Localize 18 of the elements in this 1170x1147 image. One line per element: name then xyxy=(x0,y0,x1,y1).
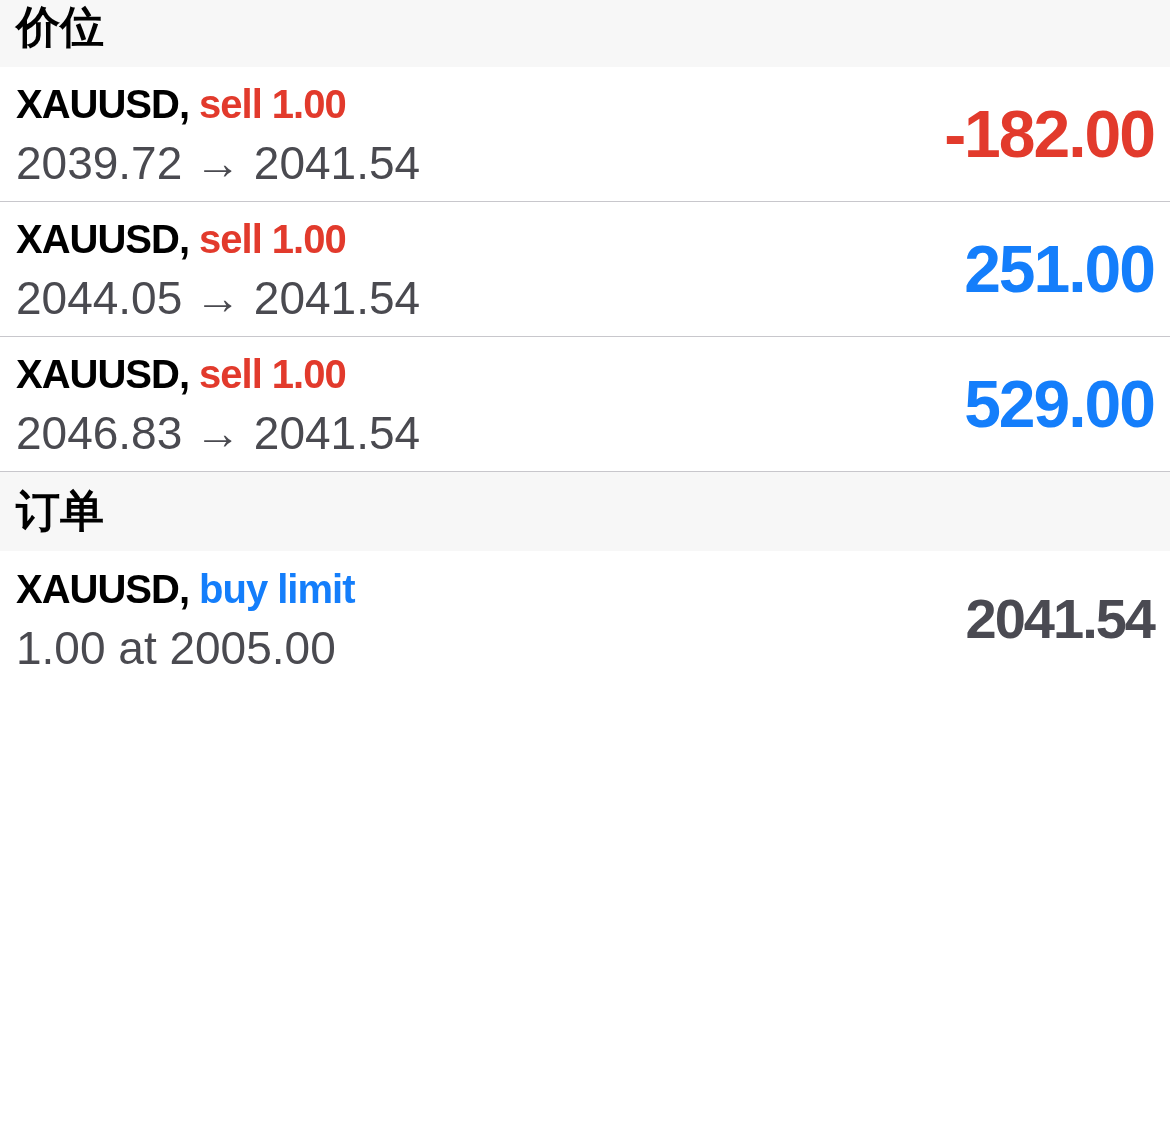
order-type-label: sell 1.00 xyxy=(199,216,346,263)
symbol-label: XAUUSD, xyxy=(16,351,190,398)
section-header: 价位 xyxy=(0,0,1170,67)
symbol-label: XAUUSD, xyxy=(16,565,190,613)
order-type-label: buy limit xyxy=(199,565,355,613)
price-detail: 2046.83 → 2041.54 xyxy=(16,406,421,461)
order-type-label: sell 1.00 xyxy=(199,351,346,398)
current-price: 2041.54 xyxy=(965,585,1154,652)
price-detail: 2044.05 → 2041.54 xyxy=(16,271,421,326)
profit-value: -182.00 xyxy=(944,96,1154,172)
symbol-label: XAUUSD, xyxy=(16,81,190,128)
price-detail: 1.00 at 2005.00 xyxy=(16,620,337,676)
symbol-label: XAUUSD, xyxy=(16,216,190,263)
order-type-label: sell 1.00 xyxy=(199,81,346,128)
profit-value: 529.00 xyxy=(964,366,1154,442)
price-detail: 2039.72 → 2041.54 xyxy=(16,136,421,191)
section-header: 订单 xyxy=(0,472,1170,551)
profit-value: 251.00 xyxy=(964,231,1154,307)
